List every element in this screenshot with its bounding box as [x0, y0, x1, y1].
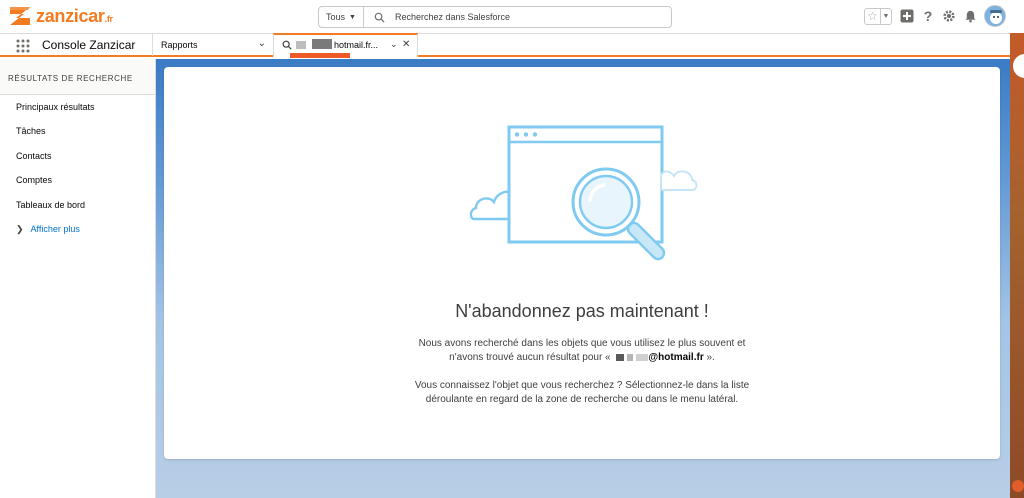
search-results-sidebar: RÉSULTATS DE RECHERCHE Principaux résult… — [0, 59, 156, 498]
star-icon[interactable]: ☆ — [865, 9, 880, 24]
background-window-edge — [1010, 33, 1024, 498]
chevron-down-icon[interactable]: ⌄ — [258, 38, 266, 49]
add-icon[interactable] — [900, 9, 914, 23]
search-icon — [374, 12, 385, 23]
empty-state-title: N'abandonnez pas maintenant ! — [455, 301, 709, 321]
show-more-link[interactable]: ❯ Afficher plus — [16, 224, 80, 235]
empty-state-line-1: Nous avons recherché dans les objets que… — [418, 338, 746, 349]
redacted-text — [616, 353, 625, 361]
empty-state-prefix: n'avons trouvé aucun résultat pour « — [449, 352, 611, 363]
zanzicar-logo-icon — [10, 7, 30, 25]
show-more-label: Afficher plus — [30, 224, 80, 234]
tab-label: hotmail.fr... — [334, 40, 379, 50]
app-name: Console Zanzicar — [42, 38, 136, 52]
empty-state-line-4: déroulante en regard de la zone de reche… — [425, 394, 739, 405]
nav-item-rapports[interactable]: Rapports ⌄ — [152, 34, 272, 56]
global-search: Tous ▼ — [318, 6, 672, 28]
sidebar-item-contacts[interactable]: Contacts — [16, 151, 52, 161]
console-nav-bar: Console Zanzicar Rapports ⌄ hotmail.fr..… — [0, 33, 1010, 58]
search-term: @hotmail.fr — [648, 352, 704, 363]
chevron-down-icon[interactable]: ⌄ — [390, 39, 398, 50]
tab-highlight — [290, 53, 350, 58]
header-icons: ☆ ▼ ? — [864, 5, 1006, 27]
avatar[interactable] — [984, 5, 1006, 27]
search-scope-dropdown[interactable]: Tous ▼ — [319, 7, 364, 27]
search-icon — [282, 40, 292, 50]
logo-text: zanzicar.fr — [36, 5, 113, 26]
favorites-group: ☆ ▼ — [864, 7, 892, 25]
favorites-dropdown-icon[interactable]: ▼ — [880, 8, 891, 24]
sidebar-heading: RÉSULTATS DE RECHERCHE — [0, 59, 155, 95]
caret-down-icon: ▼ — [349, 13, 356, 21]
redacted-text — [627, 353, 634, 361]
sidebar-item-taches[interactable]: Tâches — [16, 126, 46, 136]
brand-logo[interactable]: zanzicar.fr — [8, 4, 113, 28]
redacted-text — [636, 353, 649, 361]
global-header: zanzicar.fr Tous ▼ ☆ ▼ ? — [0, 0, 1024, 33]
sidebar-item-tableaux-de-bord[interactable]: Tableaux de bord — [16, 200, 85, 210]
notification-bell-icon[interactable] — [963, 9, 977, 23]
empty-state-line-3: Vous connaissez l'objet que vous recherc… — [414, 380, 750, 391]
nav-item-label: Rapports — [161, 40, 198, 50]
search-scope-label: Tous — [326, 12, 346, 22]
no-results-illustration — [469, 125, 698, 261]
sidebar-item-comptes[interactable]: Comptes — [16, 175, 52, 185]
redacted-text — [312, 39, 332, 49]
redacted-text — [296, 41, 306, 49]
search-input[interactable] — [395, 12, 655, 22]
help-icon[interactable]: ? — [921, 8, 935, 24]
empty-results-card: N'abandonnez pas maintenant ! Nous avons… — [164, 67, 1000, 459]
chevron-right-icon: ❯ — [16, 224, 24, 234]
tab-search-results[interactable]: hotmail.fr... ⌄ ✕ — [273, 33, 418, 58]
taskbar-app-icon[interactable] — [1012, 480, 1024, 492]
app-launcher-icon[interactable] — [16, 39, 30, 53]
empty-state-line-2: n'avons trouvé aucun résultat pour « @ho… — [164, 352, 1000, 363]
close-icon[interactable]: ✕ — [402, 39, 410, 50]
search-field — [364, 7, 671, 27]
setup-gear-icon[interactable] — [942, 9, 956, 23]
sidebar-item-principaux-resultats[interactable]: Principaux résultats — [16, 102, 95, 112]
empty-state-suffix: ». — [706, 352, 715, 363]
